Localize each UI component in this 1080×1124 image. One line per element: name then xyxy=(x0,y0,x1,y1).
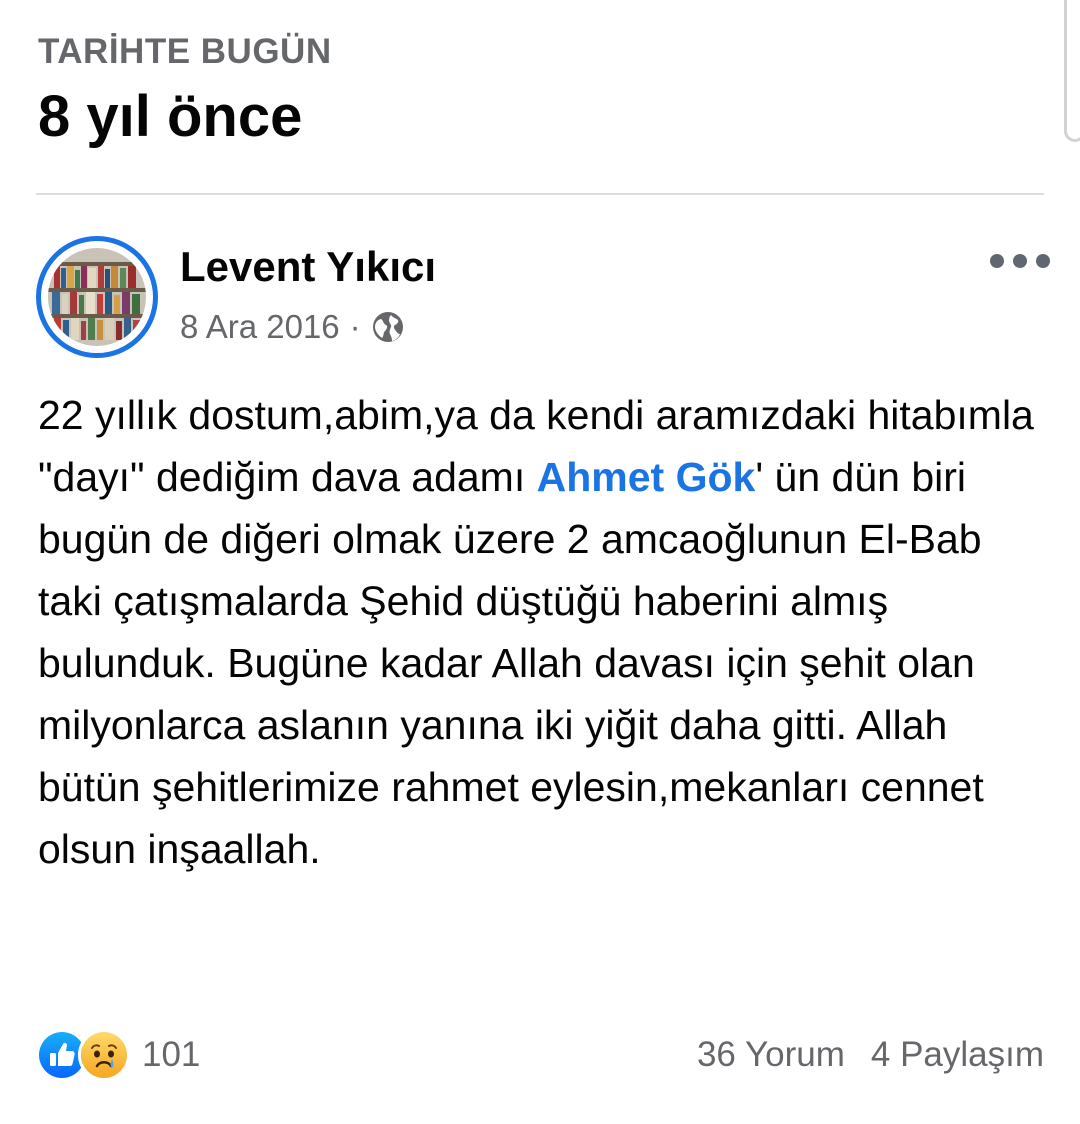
post-meta: 8 Ara 2016 · xyxy=(180,306,405,348)
post-date[interactable]: 8 Ara 2016 xyxy=(180,306,340,348)
author-name[interactable]: Levent Yıkıcı xyxy=(180,240,436,294)
more-options-button[interactable] xyxy=(990,246,1050,276)
adjacent-card-edge xyxy=(1064,0,1080,142)
more-horizontal-icon xyxy=(990,254,1004,268)
more-dot xyxy=(1036,254,1050,268)
sad-icon xyxy=(78,1029,130,1081)
share-count-link[interactable]: 4 Paylaşım xyxy=(871,1035,1044,1075)
meta-separator: · xyxy=(349,308,361,345)
memory-title: 8 yıl önce xyxy=(38,84,303,149)
globe-icon[interactable] xyxy=(371,310,405,344)
reaction-count: 101 xyxy=(142,1035,201,1074)
author-avatar[interactable] xyxy=(36,236,158,358)
mention-link[interactable]: Ahmet Gök xyxy=(537,454,756,500)
avatar-image xyxy=(48,248,146,346)
engagement-counts: 36 Yorum 4 Paylaşım xyxy=(697,1035,1044,1075)
reaction-icons xyxy=(36,1029,130,1081)
comment-count-link[interactable]: 36 Yorum xyxy=(697,1035,845,1075)
more-dot xyxy=(1013,254,1027,268)
post-footer: 101 36 Yorum 4 Paylaşım xyxy=(36,1028,1044,1082)
divider xyxy=(36,193,1044,195)
memory-header: TARİHTE BUGÜN 8 yıl önce xyxy=(38,30,332,152)
post-body: 22 yıllık dostum,abim,ya da kendi aramız… xyxy=(38,384,1048,880)
post-text-after-mention: ' ün dün biri bugün de diğeri olmak üzer… xyxy=(38,454,984,872)
reaction-summary[interactable]: 101 xyxy=(36,1029,200,1081)
memory-label: TARİHTE BUGÜN xyxy=(38,32,332,71)
